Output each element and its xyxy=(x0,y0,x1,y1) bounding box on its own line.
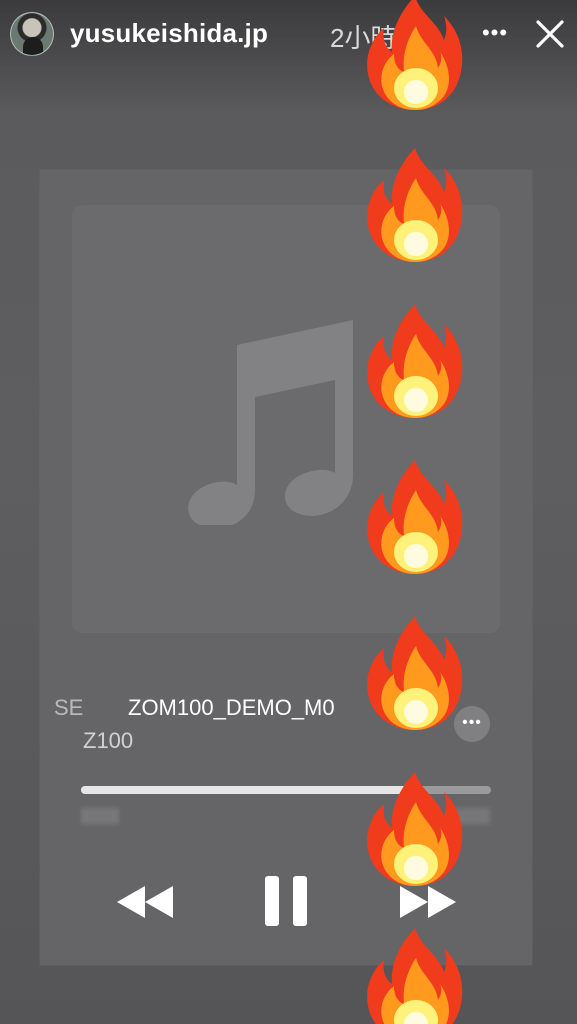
story-header: yusukeishida.jp 2小時 ••• xyxy=(0,0,577,70)
username-link[interactable]: yusukeishida.jp xyxy=(70,18,268,49)
track-title: ZOM100_DEMO_M0 xyxy=(128,695,335,720)
artist-name: Z100 xyxy=(83,728,134,753)
fire-emoji-sticker xyxy=(367,616,463,730)
fire-emoji-sticker xyxy=(367,0,463,110)
rewind-icon[interactable] xyxy=(115,882,175,922)
fire-emoji-sticker xyxy=(367,928,463,1024)
fire-emoji-sticker xyxy=(367,148,463,262)
elapsed-time-blurred xyxy=(81,808,119,824)
pause-icon[interactable] xyxy=(262,874,310,928)
fire-emoji-sticker xyxy=(367,460,463,574)
close-icon[interactable] xyxy=(530,14,570,54)
ellipsis-icon[interactable]: ••• xyxy=(478,18,512,48)
story-view: SE ZOM100_DEMO_M0 Z100 ••• yusukeishida.… xyxy=(0,0,577,1024)
fire-emoji-sticker xyxy=(367,304,463,418)
fire-emoji-sticker xyxy=(367,772,463,886)
fire-sticker-column xyxy=(360,0,470,1024)
music-note-icon xyxy=(188,320,353,525)
profile-avatar[interactable] xyxy=(10,12,54,56)
track-title-scroll-fade: SE xyxy=(54,695,84,720)
